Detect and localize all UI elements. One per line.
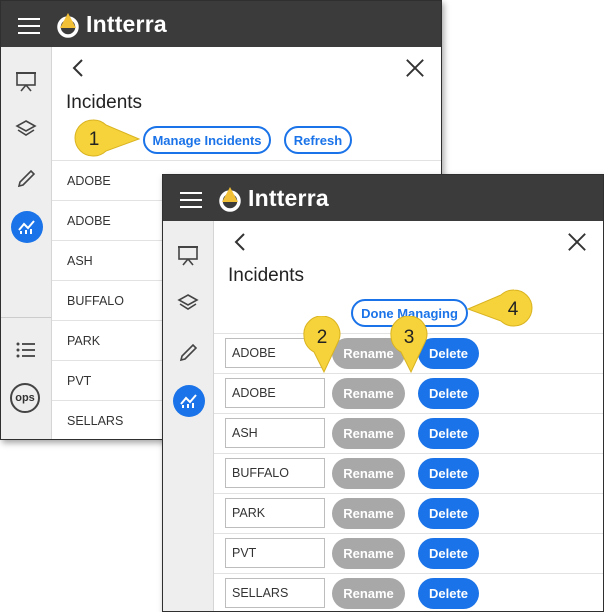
delete-button[interactable]: Delete <box>418 458 479 489</box>
incident-name: PARK <box>67 334 101 348</box>
app-logo: Intterra <box>218 185 329 212</box>
rename-button[interactable]: Rename <box>332 538 405 569</box>
rename-button[interactable]: Rename <box>332 458 405 489</box>
presentation-icon[interactable] <box>14 69 38 93</box>
hamburger-icon[interactable] <box>18 18 40 34</box>
incident-name: PVT <box>67 374 92 388</box>
sidebar <box>163 221 214 611</box>
rename-button[interactable]: Rename <box>332 378 405 409</box>
page-title: Incidents <box>66 92 143 113</box>
incident-name: SELLARS <box>67 414 124 428</box>
front-content: Incidents Done Managing ADOBE Rename Del… <box>214 221 603 611</box>
page-title: Incidents <box>228 265 305 286</box>
manage-row: ADOBE Rename Delete <box>214 373 603 414</box>
manage-row: SELLARS Rename Delete <box>214 573 603 611</box>
manage-row: ASH Rename Delete <box>214 413 603 454</box>
incident-name-input[interactable]: PVT <box>225 538 325 568</box>
incident-name: ADOBE <box>67 174 111 188</box>
delete-button[interactable]: Delete <box>418 498 479 529</box>
refresh-button[interactable]: Refresh <box>284 126 352 154</box>
front-panel: Intterra Incidents Done Managing ADOBE R… <box>162 174 604 612</box>
callout-4: 4 <box>466 289 533 327</box>
sidebar: ops <box>1 47 52 439</box>
logo-text: Intterra <box>86 11 167 37</box>
analytics-icon[interactable] <box>173 385 205 417</box>
incident-name: BUFFALO <box>67 294 124 308</box>
incident-name: ASH <box>67 254 93 268</box>
logo-text: Intterra <box>248 185 329 211</box>
rename-button[interactable]: Rename <box>332 418 405 449</box>
callout-number: 2 <box>317 327 328 348</box>
close-icon[interactable] <box>405 57 425 79</box>
manage-row: BUFFALO Rename Delete <box>214 453 603 494</box>
incident-name: ADOBE <box>67 214 111 228</box>
delete-button[interactable]: Delete <box>418 418 479 449</box>
incident-name-input[interactable]: ADOBE <box>225 378 325 408</box>
close-icon[interactable] <box>567 231 587 253</box>
intterra-logo-icon <box>219 186 241 212</box>
rename-button[interactable]: Rename <box>332 578 405 609</box>
analytics-icon[interactable] <box>11 211 43 243</box>
callout-2: 2 <box>303 316 341 374</box>
callout-1: 1 <box>74 119 141 157</box>
rename-button[interactable]: Rename <box>332 498 405 529</box>
incident-name-input[interactable]: PARK <box>225 498 325 528</box>
manage-incidents-button[interactable]: Manage Incidents <box>143 126 271 154</box>
list-icon[interactable] <box>14 338 38 362</box>
layers-icon[interactable] <box>14 117 38 141</box>
delete-button[interactable]: Delete <box>418 578 479 609</box>
callout-number: 4 <box>508 299 519 320</box>
app-logo: Intterra <box>56 11 167 38</box>
sidebar-divider <box>1 317 51 318</box>
top-bar: Intterra <box>1 1 441 47</box>
callout-3: 3 <box>390 316 428 374</box>
manage-row: PARK Rename Delete <box>214 493 603 534</box>
callout-number: 1 <box>89 129 100 150</box>
presentation-icon[interactable] <box>176 243 200 267</box>
delete-button[interactable]: Delete <box>418 538 479 569</box>
pencil-icon[interactable] <box>176 341 200 365</box>
pencil-icon[interactable] <box>14 167 38 191</box>
delete-button[interactable]: Delete <box>418 378 479 409</box>
intterra-logo-icon <box>57 12 79 38</box>
incident-name-input[interactable]: ASH <box>225 418 325 448</box>
incident-name-input[interactable]: SELLARS <box>225 578 325 608</box>
callout-number: 3 <box>404 327 415 348</box>
hamburger-icon[interactable] <box>180 192 202 208</box>
back-icon[interactable] <box>68 57 88 79</box>
incident-name-input[interactable]: BUFFALO <box>225 458 325 488</box>
ops-badge[interactable]: ops <box>10 383 40 413</box>
layers-icon[interactable] <box>176 291 200 315</box>
back-icon[interactable] <box>230 231 250 253</box>
top-bar: Intterra <box>163 175 603 221</box>
manage-row: PVT Rename Delete <box>214 533 603 574</box>
